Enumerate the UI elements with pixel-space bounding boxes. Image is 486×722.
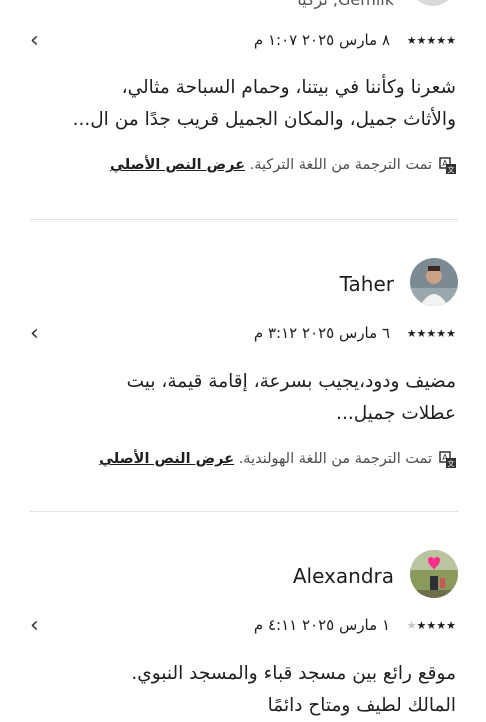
show-original-link[interactable]: عرض النص الأصلي	[110, 157, 245, 173]
review-date: ١ مارس ٢٠٢٥ ٤:١١ م	[253, 616, 390, 634]
chevron-left-icon[interactable]: ‹	[30, 323, 39, 345]
review-text-line: والأثاث جميل، والمكان الجميل قريب جدًا م…	[72, 109, 456, 130]
translate-icon: A 文	[439, 157, 457, 175]
reviewer-name[interactable]: Taher	[340, 272, 394, 296]
review-text-line: مضيف ودود،يجيب بسرعة، إقامة قيمة، بيت	[126, 371, 456, 392]
rating-stars: ★★★★★	[407, 619, 456, 632]
star-empty-icon: ★	[406, 619, 417, 632]
show-original-link[interactable]: عرض النص الأصلي	[99, 451, 234, 467]
review-card-3: Alexandra ‹ ★★★★★ ١ مارس ٢٠٢٥ ٤:١١ م موق…	[0, 512, 486, 720]
review-date: ٨ مارس ٢٠٢٥ ١:٠٧ م	[253, 31, 390, 49]
translation-source: تمت الترجمة من اللغة الهولندية.	[238, 451, 432, 467]
review-text-line: موقع رائع بين مسجد قباء والمسجد النبوي.	[131, 663, 456, 684]
review-date: ٦ مارس ٢٠٢٥ ٣:١٢ م	[253, 324, 390, 342]
reviewer-avatar[interactable]	[410, 0, 456, 6]
chevron-left-icon[interactable]: ‹	[30, 30, 39, 52]
review-text[interactable]: مضيف ودود،يجيب بسرعة، إقامة قيمة، بيت عط…	[16, 366, 456, 430]
review-card-2: Taher ‹ ★★★★★ ٦ مارس ٢٠٢٥ ٣:١٢ م مضيف ود…	[0, 220, 486, 510]
review-card-1: Gemlik, تركيا ‹ ★★★★★ ٨ مارس ٢٠٢٥ ١:٠٧ م…	[0, 0, 486, 220]
review-text[interactable]: موقع رائع بين مسجد قباء والمسجد النبوي. …	[16, 658, 456, 722]
review-text[interactable]: شعرنا وكأننا في بيتنا، وحمام السباحة مثا…	[16, 72, 456, 136]
translation-source: تمت الترجمة من اللغة التركية.	[249, 157, 432, 173]
review-text-line: المالك لطيف ومتاح دائمًا	[267, 695, 456, 716]
rating-stars: ★★★★★	[406, 327, 456, 340]
reviewer-location: Gemlik, تركيا	[297, 0, 394, 9]
review-text-line: عطلات جميل...	[336, 403, 456, 424]
chevron-left-icon[interactable]: ‹	[30, 615, 39, 637]
reviewer-name[interactable]: Alexandra	[293, 564, 394, 588]
review-text-line: شعرنا وكأننا في بيتنا، وحمام السباحة مثا…	[121, 77, 456, 98]
reviewer-avatar[interactable]	[410, 258, 458, 306]
svg-text:文: 文	[448, 165, 455, 174]
svg-text:文: 文	[448, 459, 455, 468]
reviewer-avatar[interactable]	[410, 550, 458, 598]
star-filled-icons: ★★★★	[416, 619, 456, 632]
translate-icon: A 文	[439, 451, 457, 469]
translation-note: تمت الترجمة من اللغة التركية. عرض النص ا…	[110, 157, 432, 173]
rating-stars: ★★★★★	[406, 34, 456, 47]
translation-note: تمت الترجمة من اللغة الهولندية. عرض النص…	[99, 451, 432, 467]
